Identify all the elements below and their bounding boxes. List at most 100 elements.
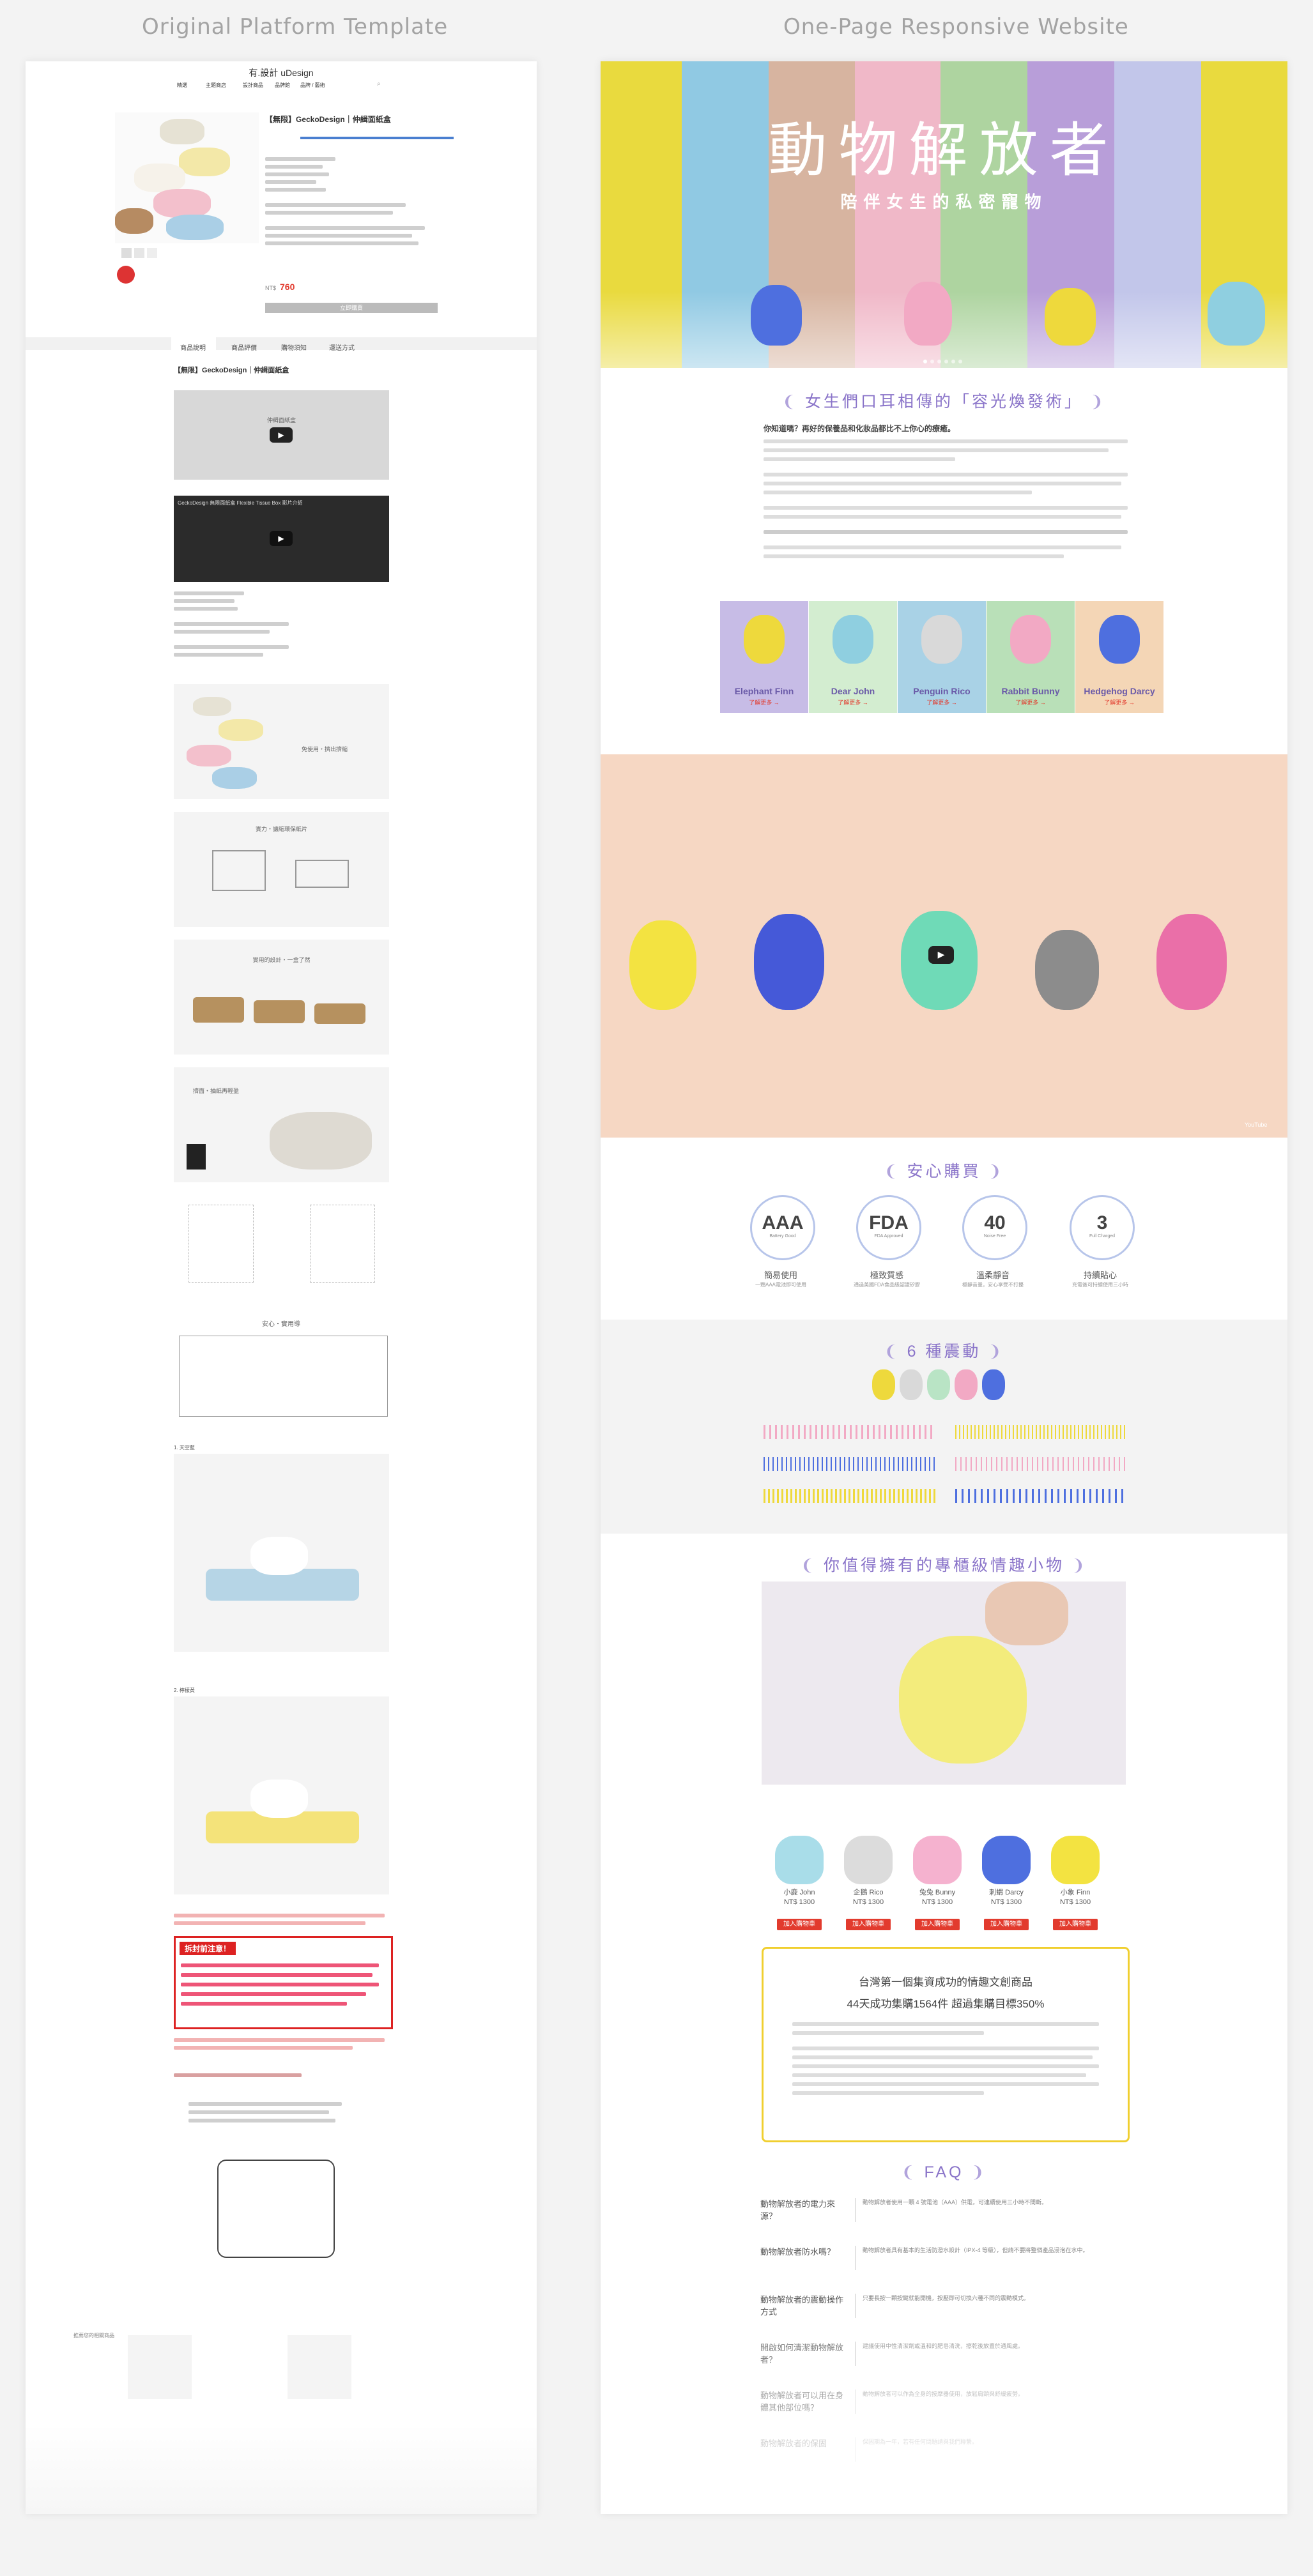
nav-item[interactable]: 主題商店 [206, 82, 226, 89]
vibration-pattern [764, 1489, 936, 1503]
video-embed[interactable]: GeckoDesign 無限面紙盒 Flexible Tissue Box 影片… [174, 496, 389, 582]
product-hero-image [762, 1581, 1126, 1785]
product-elephant[interactable] [1051, 1836, 1100, 1884]
product-label: 小鹿 John NT$ 1300 [783, 1889, 815, 1906]
nav-item[interactable]: 品牌 / 藝術 [300, 82, 325, 89]
image-caption: 免使用・擠出擠縮 [302, 746, 348, 752]
faq-answer: 建議使用中性清潔劑或溫和的肥皂清洗，擦乾後放置於通風處。 [863, 2343, 1024, 2349]
product-image: 實力・讓縮環保紙片 [174, 812, 389, 927]
thumbnail[interactable] [147, 248, 157, 258]
diagram-title: 安心・實用導 [262, 1321, 300, 1328]
desc-title: 【無限】GeckoDesign｜仲緝面紙盒 [174, 367, 289, 374]
badge-battery: 3 Full Charged [1070, 1195, 1135, 1260]
image-caption: 實力・讓縮環保紙片 [255, 826, 307, 832]
badge-desc: 一顆AAA電池即可使用 [755, 1282, 806, 1288]
hero-banner: 動物解放者 陪伴女生的私密寵物 [601, 61, 1287, 368]
thumbnail[interactable] [121, 248, 132, 258]
video-embed[interactable]: 仲緝面紙盒 ▶ [174, 390, 389, 480]
buy-button[interactable]: 立即購買 [265, 303, 438, 313]
thumbnail[interactable] [134, 248, 144, 258]
section-title-vibration: ❨ 6 種震動 ❩ [884, 1343, 1004, 1360]
faq-question[interactable]: 動物解放者的電力來源？ [760, 2198, 850, 2222]
character-elephant [629, 920, 696, 1010]
diagram [188, 1205, 254, 1283]
faq-question[interactable]: 動物解放者的震動操作方式 [760, 2294, 850, 2318]
faq-answer: 只要長按一顆按鍵就能開機，按壓即可切換六種不同的震動模式。 [863, 2295, 1030, 2301]
play-icon[interactable]: ▶ [270, 531, 293, 546]
animal-card-deer[interactable]: Dear John 了解更多 → [809, 601, 897, 713]
search-icon[interactable]: ⌕ [377, 80, 381, 88]
add-to-cart-button[interactable]: 加入購物車 [777, 1919, 822, 1930]
add-to-cart-button[interactable]: 加入購物車 [846, 1919, 891, 1930]
product-label: 小象 Finn NT$ 1300 [1059, 1889, 1091, 1906]
nav-item[interactable]: 精選 [177, 82, 187, 89]
notice-title: 拆封前注意！ [180, 1942, 236, 1955]
faq-question[interactable]: 動物解放者防水嗎？ [760, 2246, 850, 2258]
price-label: NT$ [265, 285, 277, 291]
toy-rabbit [904, 282, 952, 346]
usage-diagram [179, 1336, 388, 1417]
video-section[interactable]: ▶ YouTube [601, 754, 1287, 1138]
diagram [310, 1205, 375, 1283]
play-icon[interactable]: ▶ [270, 427, 293, 443]
product-title: 【無限】GeckoDesign｜仲緝面紙盒 [265, 115, 391, 124]
faq-answer: 動物解放者使用一顆 4 號電池（AAA）供電，可連續使用三小時不間斷。 [863, 2199, 1048, 2206]
badge-label: 溫柔靜音 [976, 1270, 1010, 1280]
related-title: 推薦您的相關商品 [73, 2333, 114, 2338]
original-platform-template: 有.設計 uDesign 精選 主題商店 設計商品 品牌館 品牌 / 藝術 ⌕ … [26, 61, 537, 2514]
add-to-cart-button[interactable]: 加入購物車 [915, 1919, 960, 1930]
youtube-logo[interactable]: YouTube [1245, 1122, 1267, 1128]
color-label: 1. 天空藍 [174, 1445, 195, 1451]
badge-desc: 充電後可持續使用三小時 [1072, 1282, 1128, 1288]
vibration-pattern [955, 1457, 1128, 1471]
vibration-section: ❨ 6 種震動 ❩ [601, 1320, 1287, 1534]
faq-question[interactable]: 動物解放者可以用在身體其他部位嗎？ [760, 2389, 850, 2414]
site-logo[interactable]: 有.設計 uDesign [26, 66, 537, 79]
animal-card-elephant[interactable]: Elephant Finn 了解更多 → [720, 601, 808, 713]
right-column-heading: One-Page Responsive Website [783, 14, 1129, 40]
section-title-safe: ❨ 安心購買 ❩ [884, 1162, 1004, 1180]
related-product-image[interactable] [288, 2335, 351, 2399]
section1-lead: 你知道嗎？再好的保養品和化妝品都比不上你心的療癒。 [764, 424, 956, 433]
vibration-pattern [955, 1489, 1128, 1503]
related-product-image[interactable] [128, 2335, 192, 2399]
tab-reviews[interactable]: 商品評價 [231, 342, 257, 352]
product-main-image[interactable] [115, 112, 259, 243]
left-column-heading: Original Platform Template [142, 14, 449, 40]
nav-item[interactable]: 設計商品 [243, 82, 263, 89]
product-image: 擠面・抽紙再輕盈 [174, 1067, 389, 1182]
carousel-dots[interactable] [923, 360, 962, 363]
product-hedgehog[interactable] [982, 1836, 1031, 1884]
add-to-cart-button[interactable]: 加入購物車 [1053, 1919, 1098, 1930]
section-title-products: ❨ 你值得擁有的專櫃級情趣小物 ❩ [801, 1557, 1087, 1574]
product-deer[interactable] [775, 1836, 824, 1884]
product-image-yellow [174, 1696, 389, 1894]
nav-item[interactable]: 品牌館 [275, 82, 290, 89]
top-nav: 精選 主題商店 設計商品 品牌館 品牌 / 藝術 ⌕ [26, 80, 537, 96]
vibration-pattern [764, 1425, 936, 1439]
vibration-pattern [955, 1425, 1128, 1439]
badge-label: 簡易使用 [764, 1270, 797, 1280]
color-label: 2. 檸檬黃 [174, 1688, 195, 1693]
fade-footer [26, 2425, 537, 2514]
character-hedgehog [754, 914, 824, 1010]
option-slider[interactable] [300, 137, 454, 139]
tab-notes[interactable]: 購物須知 [281, 342, 307, 352]
add-to-cart-button[interactable]: 加入購物車 [984, 1919, 1029, 1930]
faq-answer: 保固期為一年，若有任何問題請與我們聯繫。 [863, 2439, 978, 2445]
play-icon[interactable]: ▶ [928, 946, 954, 964]
product-rabbit[interactable] [913, 1836, 962, 1884]
product-image: 實用的設計・一盒了然 [174, 940, 389, 1055]
faq-question[interactable]: 開啟如何清潔動物解放者？ [760, 2342, 850, 2366]
badge-label: 極致質感 [870, 1270, 903, 1280]
faq-question[interactable]: 動物解放者的保固 [760, 2437, 850, 2450]
animal-card-hedgehog[interactable]: Hedgehog Darcy 了解更多 → [1075, 601, 1163, 713]
tab-description[interactable]: 商品說明 [180, 342, 206, 352]
animal-card-penguin[interactable]: Penguin Rico 了解更多 → [898, 601, 986, 713]
animal-card-rabbit[interactable]: Rabbit Bunny 了解更多 → [987, 601, 1075, 713]
shop-avatar[interactable] [117, 266, 135, 284]
toy-hedgehog [751, 285, 802, 346]
hand-diagram [217, 2160, 335, 2258]
tab-shipping[interactable]: 運送方式 [329, 342, 355, 352]
product-penguin[interactable] [844, 1836, 893, 1884]
